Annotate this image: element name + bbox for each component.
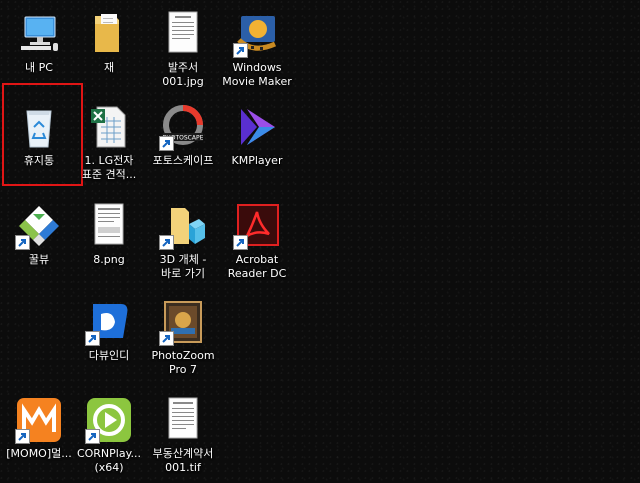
desktop-icon-this-pc[interactable]: 내 PC <box>3 10 75 75</box>
desktop-icon-acrobat[interactable]: Acrobat Reader DC <box>221 202 293 281</box>
shortcut-arrow-icon <box>15 429 30 444</box>
photoscape-icon: PHOTOSCAPE <box>159 103 207 151</box>
honeyview-icon <box>15 202 63 250</box>
shortcut-arrow-icon <box>159 331 174 346</box>
desktop-icon-folder-jae[interactable]: 재 <box>73 10 145 75</box>
desktop-icon-daview[interactable]: 다뷰인디 <box>73 298 145 363</box>
image-file-icon <box>159 10 207 58</box>
desktop-icon-3d-objects[interactable]: 3D 개체 - 바로 가기 <box>147 202 219 281</box>
icon-label: KMPlayer <box>231 154 283 167</box>
icon-label: 8.png <box>93 253 125 266</box>
icon-label: 포토스케이프 <box>152 154 214 167</box>
shortcut-arrow-icon <box>159 136 174 151</box>
icon-label: Windows Movie Maker <box>222 61 292 88</box>
desktop-icon-photozoom[interactable]: PhotoZoom Pro 7 <box>147 298 219 377</box>
desktop-icon-8png[interactable]: 8.png <box>73 202 145 267</box>
computer-icon <box>15 10 63 58</box>
shortcut-arrow-icon <box>85 331 100 346</box>
icon-label: 1. LG전자 표준 견적... <box>81 154 137 181</box>
recycle-bin-icon <box>15 103 63 151</box>
shortcut-arrow-icon <box>233 43 248 58</box>
desktop-icon-recycle-bin[interactable]: 휴지통 <box>3 103 75 168</box>
icon-label: 부동산계약서 001.tif <box>152 447 214 474</box>
desktop-icon-photoscape[interactable]: PHOTOSCAPE 포토스케이프 <box>147 103 219 168</box>
cornplayer-icon <box>85 396 133 444</box>
image-file-icon <box>85 202 133 250</box>
icon-label: 내 PC <box>25 61 53 74</box>
desktop-icon-movie-maker[interactable]: Windows Movie Maker <box>221 10 293 89</box>
icon-label: 휴지통 <box>23 154 55 167</box>
shortcut-arrow-icon <box>15 235 30 250</box>
icon-label: 발주서 001.jpg <box>162 61 204 88</box>
3d-objects-folder-icon <box>159 202 207 250</box>
shortcut-arrow-icon <box>233 235 248 250</box>
excel-file-icon <box>85 103 133 151</box>
photozoom-icon <box>159 298 207 346</box>
desktop-icon-cornplayer[interactable]: CORNPlay... (x64) <box>73 396 145 475</box>
icon-label: 꿀뷰 <box>28 253 50 266</box>
daview-icon <box>85 298 133 346</box>
icon-label: CORNPlay... (x64) <box>76 447 142 474</box>
acrobat-icon <box>233 202 281 250</box>
icon-label: [MOMO]멀... <box>6 447 72 460</box>
icon-label: Acrobat Reader DC <box>227 253 287 280</box>
desktop-icon-kmplayer[interactable]: KMPlayer <box>221 103 293 168</box>
desktop-icon-balju[interactable]: 발주서 001.jpg <box>147 10 219 89</box>
shortcut-arrow-icon <box>85 429 100 444</box>
icon-label: 다뷰인디 <box>88 349 130 362</box>
desktop-icon-contract[interactable]: 부동산계약서 001.tif <box>147 396 219 475</box>
icon-label: 재 <box>103 61 115 74</box>
momo-icon <box>15 396 63 444</box>
shortcut-arrow-icon <box>159 235 174 250</box>
folder-icon <box>85 10 133 58</box>
kmplayer-icon <box>233 103 281 151</box>
document-file-icon <box>159 396 207 444</box>
desktop-icon-momo[interactable]: [MOMO]멀... <box>3 396 75 461</box>
icon-label: 3D 개체 - 바로 가기 <box>159 253 207 280</box>
icon-label: PhotoZoom Pro 7 <box>151 349 215 376</box>
desktop-icon-honeyview[interactable]: 꿀뷰 <box>3 202 75 267</box>
movie-maker-icon <box>233 10 281 58</box>
desktop-icon-lg-xlsx[interactable]: 1. LG전자 표준 견적... <box>73 103 145 182</box>
